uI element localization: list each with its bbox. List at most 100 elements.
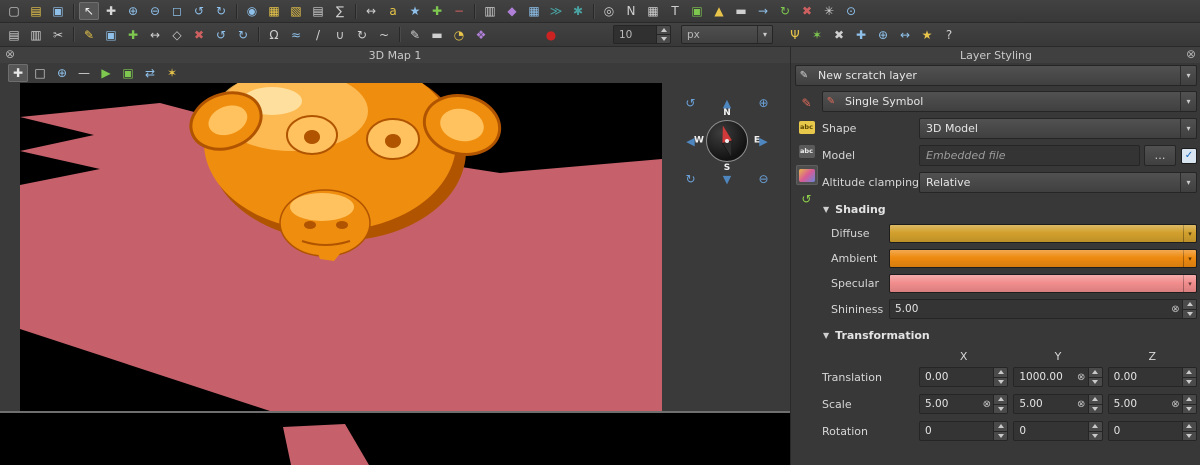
python-console-icon[interactable]: ≫ xyxy=(546,2,566,20)
model-embed-checkbox[interactable]: ✓ xyxy=(1181,148,1197,164)
scale-z-spinbox[interactable]: 5.00 ⊗ xyxy=(1108,394,1197,414)
copy-icon[interactable]: ▤ xyxy=(4,26,24,44)
close-map3d-icon[interactable]: ⊗ xyxy=(5,48,15,60)
scale-x-spinbox[interactable]: 5.00 ⊗ xyxy=(919,394,1008,414)
snapping-icon[interactable]: Ω xyxy=(264,26,284,44)
annotation-icon[interactable]: ✎ xyxy=(405,26,425,44)
rotate-feature-icon[interactable]: ↻ xyxy=(352,26,372,44)
save-as-image-icon[interactable]: ▣ xyxy=(118,64,138,82)
remove-layer-icon[interactable]: − xyxy=(449,2,469,20)
stop-render-icon[interactable]: ✖ xyxy=(797,2,817,20)
simplify-feature-icon[interactable]: ~ xyxy=(374,26,394,44)
add-layer-icon[interactable]: ✚ xyxy=(427,2,447,20)
zoom-full-icon[interactable]: ◻ xyxy=(167,2,187,20)
3d-view-tab[interactable] xyxy=(796,165,818,185)
select-tool-icon[interactable]: ↖ xyxy=(79,2,99,20)
attribute-table-icon[interactable]: ▤ xyxy=(308,2,328,20)
rotate-scene-cw-icon[interactable]: ↻ xyxy=(685,173,695,185)
spin-down-icon[interactable] xyxy=(657,34,670,43)
color-dropdown-icon[interactable]: ▾ xyxy=(1183,250,1196,267)
zoom-out-icon[interactable]: ⊖ xyxy=(145,2,165,20)
move-feature-icon[interactable]: ↔ xyxy=(145,26,165,44)
projection-icon[interactable]: ◎ xyxy=(599,2,619,20)
customization-icon[interactable]: ✶ xyxy=(807,26,827,44)
spin-arrows[interactable] xyxy=(656,26,670,43)
identify-features-icon[interactable]: ◉ xyxy=(242,2,262,20)
grid-icon[interactable]: ▦ xyxy=(643,2,663,20)
camera-pan-icon[interactable]: ✚ xyxy=(8,64,28,82)
spin-down-icon[interactable] xyxy=(1089,431,1102,441)
clear-value-icon[interactable]: ⊗ xyxy=(1169,399,1182,410)
delete-selected-icon[interactable]: ✖ xyxy=(189,26,209,44)
split-features-icon[interactable]: / xyxy=(308,26,328,44)
transformation-section-header[interactable]: ▼ Transformation xyxy=(823,329,1197,342)
spin-down-icon[interactable] xyxy=(994,404,1007,414)
browse-model-button[interactable]: … xyxy=(1144,145,1176,166)
merge-styles-icon[interactable]: Ψ xyxy=(785,26,805,44)
select-box-icon[interactable]: □ xyxy=(30,64,50,82)
project-open-icon[interactable]: ▤ xyxy=(26,2,46,20)
spin-up-icon[interactable] xyxy=(1183,300,1196,309)
spin-up-icon[interactable] xyxy=(994,368,1007,377)
labeling-icon[interactable]: a xyxy=(383,2,403,20)
add-feature-icon[interactable]: ✚ xyxy=(123,26,143,44)
move-right-icon[interactable]: ▶ xyxy=(759,136,767,147)
spin-arrows[interactable] xyxy=(993,368,1007,386)
add-symbol-icon[interactable]: ✚ xyxy=(851,26,871,44)
pan-to-symbol-icon[interactable]: ↔ xyxy=(895,26,915,44)
color-dropdown-icon[interactable]: ▾ xyxy=(1183,275,1196,292)
spin-arrows[interactable] xyxy=(993,422,1007,440)
spin-up-icon[interactable] xyxy=(657,26,670,34)
zoom-in-icon[interactable]: ⊕ xyxy=(123,2,143,20)
masks-tab[interactable]: abc xyxy=(796,141,818,161)
ambient-color-button[interactable]: ▾ xyxy=(889,249,1197,268)
merge-features-icon[interactable]: ∪ xyxy=(330,26,350,44)
history-tab[interactable]: ↺ xyxy=(796,189,818,209)
measure-3d-icon[interactable]: — xyxy=(74,64,94,82)
zoom-next-icon[interactable]: ↻ xyxy=(211,2,231,20)
spin-down-icon[interactable] xyxy=(1183,404,1196,414)
pan-map-icon[interactable]: ✚ xyxy=(101,2,121,20)
spin-down-icon[interactable] xyxy=(1183,431,1196,441)
spin-up-icon[interactable] xyxy=(1089,395,1102,404)
zoom-out-3d-icon[interactable]: ⊖ xyxy=(758,173,768,185)
paste-icon[interactable]: ▥ xyxy=(26,26,46,44)
color-dropdown-icon[interactable]: ▾ xyxy=(1183,225,1196,242)
zoom-last-icon[interactable]: ↺ xyxy=(189,2,209,20)
undo-icon[interactable]: ↺ xyxy=(211,26,231,44)
clear-value-icon[interactable]: ⊗ xyxy=(1075,372,1088,383)
image-annotation-icon[interactable]: ▣ xyxy=(687,2,707,20)
symbol-type-combo[interactable]: ✎ Single Symbol ▾ xyxy=(822,91,1197,112)
vertex-tool-icon[interactable]: ◇ xyxy=(167,26,187,44)
refresh-map-icon[interactable]: ↻ xyxy=(775,2,795,20)
tilt-up-icon[interactable]: ▲ xyxy=(723,98,731,109)
spin-down-icon[interactable] xyxy=(1183,377,1196,387)
symbology-tab[interactable]: ✎ xyxy=(796,93,818,113)
project-save-icon[interactable]: ▣ xyxy=(48,2,68,20)
shading-section-header[interactable]: ▼ Shading xyxy=(823,203,1197,216)
labels-tab[interactable]: abc xyxy=(796,117,818,137)
spin-arrows[interactable] xyxy=(993,395,1007,413)
plugins-icon[interactable]: ✱ xyxy=(568,2,588,20)
cut-icon[interactable]: ✂ xyxy=(48,26,68,44)
clear-value-icon[interactable]: ⊗ xyxy=(1075,399,1088,410)
help-icon[interactable]: ? xyxy=(939,26,959,44)
animation-play-icon[interactable]: ▶ xyxy=(96,64,116,82)
zoom-full-3d-icon[interactable]: ⊕ xyxy=(52,64,72,82)
spin-arrows[interactable] xyxy=(1088,395,1102,413)
redo-icon[interactable]: ↻ xyxy=(233,26,253,44)
spin-arrows[interactable] xyxy=(1088,422,1102,440)
save-edits-icon[interactable]: ▣ xyxy=(101,26,121,44)
spin-down-icon[interactable] xyxy=(1089,404,1102,414)
search-icon[interactable]: ⊙ xyxy=(841,2,861,20)
translation-x-spinbox[interactable]: 0.00 xyxy=(919,367,1008,387)
toggle-editing-icon[interactable]: ✎ xyxy=(79,26,99,44)
spin-arrows[interactable] xyxy=(1088,368,1102,386)
diffuse-color-button[interactable]: ▾ xyxy=(889,224,1197,243)
render-preview-sphere-icon[interactable]: ● xyxy=(541,26,561,44)
export-map-icon[interactable]: → xyxy=(753,2,773,20)
shape-combo[interactable]: 3D Model ▾ xyxy=(919,118,1197,139)
spin-up-icon[interactable] xyxy=(994,422,1007,431)
select-features-icon[interactable]: ▦ xyxy=(264,2,284,20)
text-annotation-icon[interactable]: T xyxy=(665,2,685,20)
